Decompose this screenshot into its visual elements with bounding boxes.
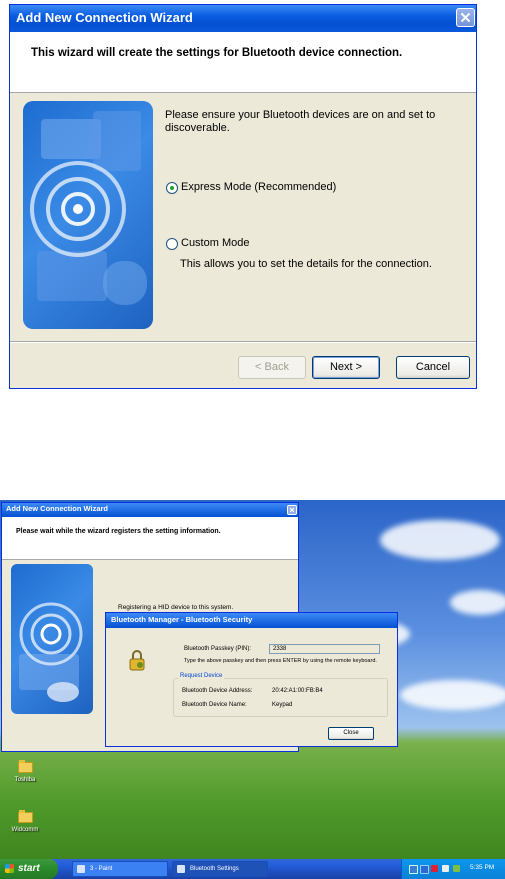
lock-icon xyxy=(129,650,145,671)
device-name-value: Keypad xyxy=(272,702,293,708)
taskbar-item-label: 3 - Paint xyxy=(90,866,113,872)
passkey-value: 2338 xyxy=(273,646,287,652)
desktop-icon-label: Toshiba xyxy=(14,777,36,783)
volume-icon[interactable] xyxy=(442,865,449,872)
windows-logo-icon xyxy=(5,864,14,873)
intro-text: Please ensure your Bluetooth devices are… xyxy=(165,109,436,134)
start-button[interactable]: start xyxy=(0,859,58,879)
close-button[interactable] xyxy=(287,505,297,515)
back-button[interactable]: < Back xyxy=(238,356,306,379)
folder-icon xyxy=(17,810,33,823)
security-icon[interactable] xyxy=(431,865,438,872)
close-icon xyxy=(289,507,295,513)
next-button[interactable]: Next > xyxy=(312,356,380,379)
tray-app-icon[interactable] xyxy=(453,865,460,872)
custom-mode-label[interactable]: Custom Mode xyxy=(181,237,249,249)
passkey-field[interactable]: 2338 xyxy=(269,644,380,654)
cloud xyxy=(400,680,505,710)
express-mode-radio[interactable] xyxy=(166,182,178,194)
device-name-label: Bluetooth Device Name: xyxy=(182,702,247,708)
bluetooth-security-dialog: Bluetooth Manager - Bluetooth Security B… xyxy=(105,612,398,747)
bluetooth-illustration xyxy=(11,564,93,714)
window-title: Add New Connection Wizard xyxy=(6,504,109,513)
desktop-icon-toshiba[interactable]: Toshiba xyxy=(0,760,50,783)
passkey-label: Bluetooth Passkey (PIN): xyxy=(184,646,252,652)
desktop-icon-widcomm[interactable]: Widcomm xyxy=(0,810,50,833)
wizard-window: Add New Connection Wizard This wizard wi… xyxy=(9,4,477,389)
cloud xyxy=(380,520,500,560)
custom-mode-description: This allows you to set the details for t… xyxy=(180,258,432,270)
taskbar: start 3 - Paint Bluetooth Settings 5:35 … xyxy=(0,859,505,879)
taskbar-item-label: Bluetooth Settings xyxy=(190,866,239,872)
taskbar-item-paint[interactable]: 3 - Paint xyxy=(72,861,168,877)
separator xyxy=(10,341,476,343)
clock[interactable]: 5:35 PM xyxy=(470,864,494,871)
bluetooth-icon xyxy=(177,865,185,873)
paint-icon xyxy=(77,865,85,873)
request-device-group xyxy=(173,678,388,717)
cloud xyxy=(450,590,505,615)
start-label: start xyxy=(18,863,40,874)
address-value: 20:42:A1:00:FB:B4 xyxy=(272,688,323,694)
custom-mode-radio[interactable] xyxy=(166,238,178,250)
title-bar[interactable]: Add New Connection Wizard xyxy=(2,503,298,517)
header-text: Please wait while the wizard registers t… xyxy=(16,528,221,535)
express-mode-label[interactable]: Express Mode (Recommended) xyxy=(181,181,336,193)
group-label: Request Device xyxy=(178,673,225,679)
taskbar-item-bluetooth-settings[interactable]: Bluetooth Settings xyxy=(172,861,268,877)
wizard-header: This wizard will create the settings for… xyxy=(10,32,476,93)
window-title: Add New Connection Wizard xyxy=(16,10,193,25)
address-label: Bluetooth Device Address: xyxy=(182,688,253,694)
instruction-text: Type the above passkey and then press EN… xyxy=(184,658,377,664)
header-text: This wizard will create the settings for… xyxy=(31,47,403,59)
folder-icon xyxy=(17,760,33,773)
system-tray: 5:35 PM xyxy=(401,859,505,879)
network-icon[interactable] xyxy=(409,865,418,874)
cancel-button[interactable]: Cancel xyxy=(396,356,470,379)
desktop-icon-label: Widcomm xyxy=(11,827,39,833)
wizard-header: Please wait while the wizard registers t… xyxy=(2,517,298,560)
close-button[interactable]: Close xyxy=(328,727,374,740)
desktop: Add New Connection Wizard Please wait wh… xyxy=(0,500,505,879)
close-icon xyxy=(460,12,471,23)
bluetooth-tray-icon[interactable] xyxy=(420,865,429,874)
bluetooth-illustration xyxy=(23,101,153,329)
title-bar[interactable]: Bluetooth Manager - Bluetooth Security xyxy=(106,613,397,628)
close-button[interactable] xyxy=(456,8,475,27)
dialog-title: Bluetooth Manager - Bluetooth Security xyxy=(111,615,253,624)
title-bar[interactable]: Add New Connection Wizard xyxy=(10,5,476,32)
status-text: Registering a HID device to this system. xyxy=(118,604,234,611)
